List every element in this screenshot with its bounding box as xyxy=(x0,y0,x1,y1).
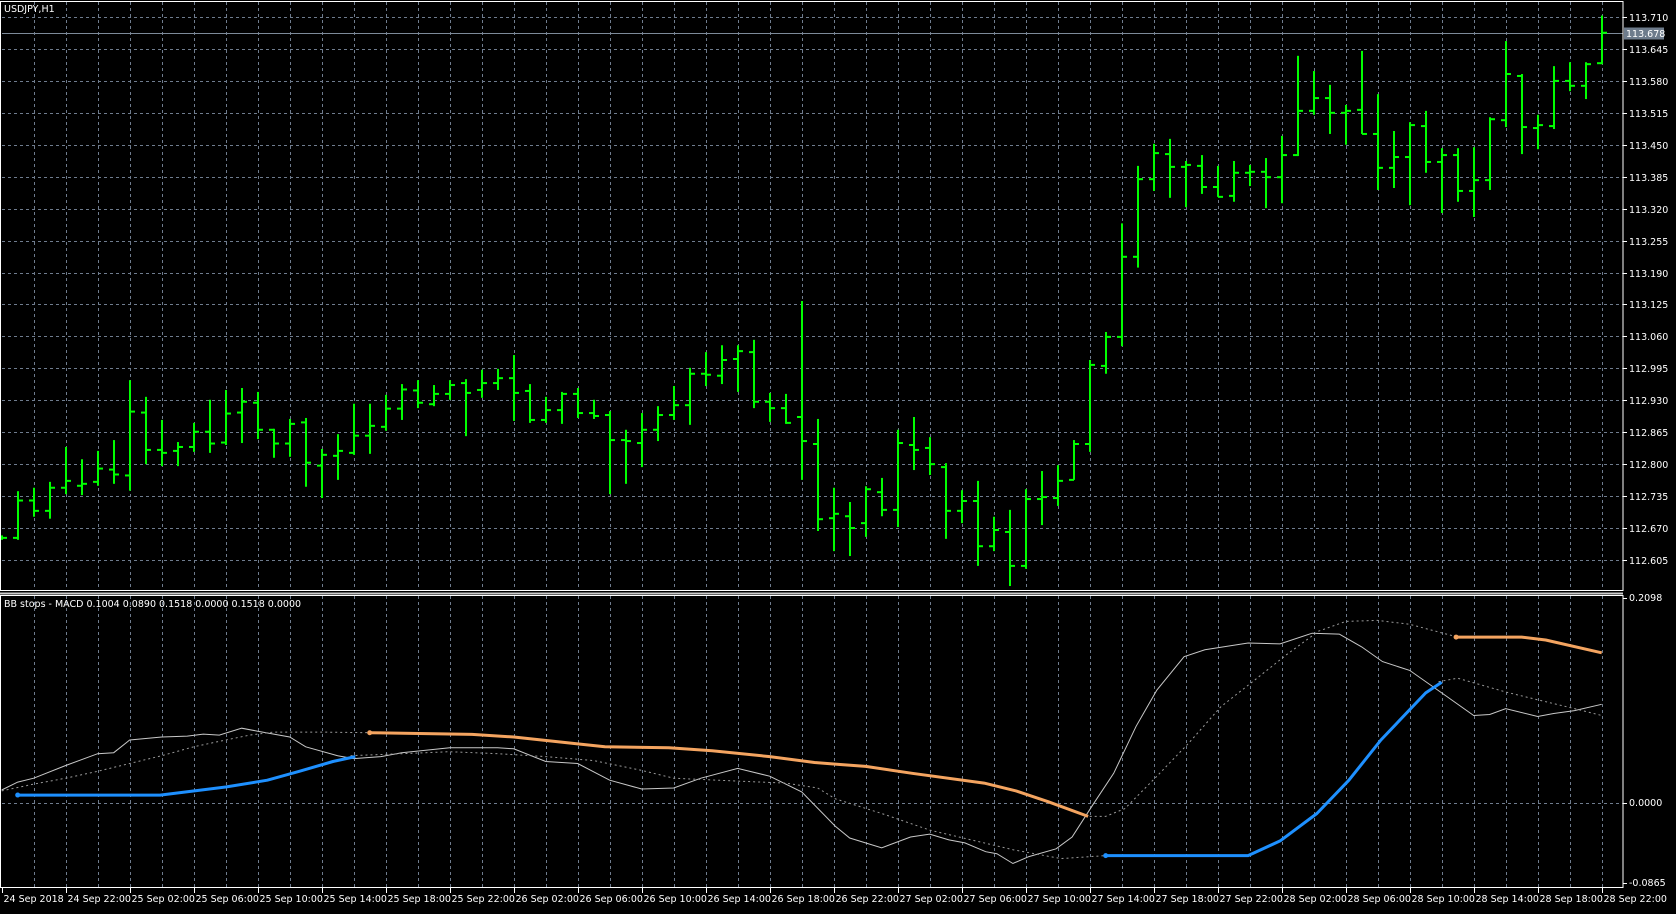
time-axis-label: 24 Sep 2018 xyxy=(4,894,64,905)
time-axis-label: 27 Sep 18:00 xyxy=(1156,894,1219,905)
chart-canvas[interactable]: 113.710 113.645 113.580 113.515 113.450 113.3… xyxy=(0,0,1676,910)
price-axis-label: 113.645 xyxy=(1629,45,1668,56)
price-axis-label: 113.190 xyxy=(1629,269,1668,280)
current-price-label: 113.678 xyxy=(1626,29,1665,40)
indicator-axis-label: -0.0865 xyxy=(1629,878,1666,889)
time-axis-label: 26 Sep 06:00 xyxy=(580,894,643,905)
time-axis-label: 24 Sep 22:00 xyxy=(68,894,131,905)
time-axis-label: 28 Sep 02:00 xyxy=(1284,894,1347,905)
price-axis-label: 113.060 xyxy=(1629,332,1668,343)
time-axis-label: 26 Sep 10:00 xyxy=(644,894,707,905)
price-axis-label: 112.865 xyxy=(1629,428,1668,439)
time-axis-label: 28 Sep 06:00 xyxy=(1348,894,1411,905)
indicator-axis-label: 0.0000 xyxy=(1629,798,1662,809)
time-axis-label: 28 Sep 14:00 xyxy=(1476,894,1539,905)
price-axis-label: 113.580 xyxy=(1629,77,1668,88)
time-axis-label: 25 Sep 10:00 xyxy=(260,894,323,905)
time-axis-label: 27 Sep 06:00 xyxy=(964,894,1027,905)
time-axis-label: 25 Sep 14:00 xyxy=(324,894,387,905)
time-axis-label: 27 Sep 02:00 xyxy=(900,894,963,905)
time-axis-label: 27 Sep 22:00 xyxy=(1220,894,1283,905)
price-axis-label: 112.800 xyxy=(1629,460,1668,471)
price-axis-label: 113.255 xyxy=(1629,237,1668,248)
price-axis-label: 113.515 xyxy=(1629,109,1668,120)
indicator-legend: BB stops - MACD 0.1004 0.0890 0.1518 0.0… xyxy=(4,599,301,610)
time-axis-label: 26 Sep 14:00 xyxy=(708,894,771,905)
time-axis-label: 27 Sep 10:00 xyxy=(1028,894,1091,905)
time-axis-label: 25 Sep 18:00 xyxy=(388,894,451,905)
time-axis-label: 25 Sep 06:00 xyxy=(196,894,259,905)
time-axis-label: 25 Sep 02:00 xyxy=(132,894,195,905)
time-axis-label: 26 Sep 02:00 xyxy=(516,894,579,905)
price-axis-label: 112.930 xyxy=(1629,396,1668,407)
trading-chart-window[interactable]: 113.710 113.645 113.580 113.515 113.450 113.3… xyxy=(0,0,1676,910)
background xyxy=(0,0,1676,910)
price-axis-label: 113.320 xyxy=(1629,205,1668,216)
time-axis-label: 25 Sep 22:00 xyxy=(452,894,515,905)
price-axis-label: 113.450 xyxy=(1629,141,1668,152)
bb-stop-down-start-dot xyxy=(1453,634,1459,640)
price-axis-label: 112.670 xyxy=(1629,524,1668,535)
price-axis-label: 113.125 xyxy=(1629,300,1668,311)
price-axis-label: 112.605 xyxy=(1629,556,1668,567)
time-axis-label: 26 Sep 18:00 xyxy=(772,894,835,905)
indicator-axis-label: 0.2098 xyxy=(1629,593,1662,604)
symbol-title: USDJPY,H1 xyxy=(4,4,55,15)
time-axis-label: 28 Sep 22:00 xyxy=(1604,894,1667,905)
bb-stop-up-start-dot xyxy=(15,792,21,798)
price-axis-label: 112.995 xyxy=(1629,364,1668,375)
price-axis-label: 112.735 xyxy=(1629,492,1668,503)
bb-stop-down-start-dot xyxy=(367,730,373,736)
price-axis-label: 113.710 xyxy=(1629,13,1668,24)
time-axis-label: 27 Sep 14:00 xyxy=(1092,894,1155,905)
time-axis-label: 26 Sep 22:00 xyxy=(836,894,899,905)
price-axis-label: 113.385 xyxy=(1629,173,1668,184)
time-axis-label: 28 Sep 18:00 xyxy=(1540,894,1603,905)
time-axis-label: 28 Sep 10:00 xyxy=(1412,894,1475,905)
bb-stop-up-start-dot xyxy=(1103,853,1109,859)
